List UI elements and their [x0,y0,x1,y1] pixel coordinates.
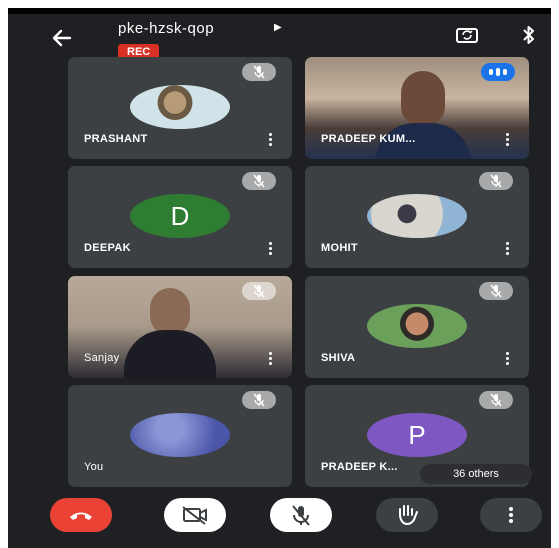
others-count-chip[interactable]: 36 others [420,464,532,484]
more-vert-icon[interactable] [503,132,511,148]
participant-name: PRADEEP KUM... [321,133,416,145]
video-feed [401,71,445,125]
chevron-right-icon[interactable]: ▶ [274,22,282,33]
more-vert-icon[interactable] [266,351,274,367]
switch-camera-icon[interactable] [454,22,480,48]
camera-toggle-button[interactable] [164,498,226,532]
mic-off-icon [242,172,276,190]
participant-tile-sanjay-video[interactable]: Sanjay [68,276,292,378]
avatar-letter: P [367,413,467,457]
raise-hand-icon [399,505,418,526]
mic-off-icon [479,282,513,300]
more-vert-icon [509,507,513,523]
mic-off-icon [292,505,310,526]
participant-tile-shiva[interactable]: SHIVA [305,276,529,378]
mic-off-icon [242,63,276,81]
participant-tile-deepak[interactable]: D DEEPAK [68,166,292,268]
meeting-code[interactable]: pke-hzsk-qop [118,20,214,37]
participant-name: PRASHANT [84,133,148,145]
video-feed-body [124,330,216,378]
more-vert-icon[interactable] [503,241,511,257]
camera-off-icon [182,506,207,525]
participant-tile-prashant[interactable]: PRASHANT [68,57,292,159]
back-arrow-icon[interactable] [48,24,76,52]
call-controls [8,488,551,548]
speaking-indicator-icon [481,63,515,81]
more-vert-icon[interactable] [266,241,274,257]
mic-off-icon [479,391,513,409]
mic-off-icon [242,282,276,300]
video-feed [150,288,190,336]
mic-off-icon [479,172,513,190]
avatar-photo [367,194,467,238]
more-options-button[interactable] [480,498,542,532]
more-vert-icon[interactable] [503,351,511,367]
avatar-photo [130,85,230,129]
avatar-photo [367,304,467,348]
participant-name: DEEPAK [84,242,131,254]
mic-toggle-button[interactable] [270,498,332,532]
more-vert-icon[interactable] [266,132,274,148]
end-call-icon [70,512,92,520]
avatar-photo [130,413,230,457]
avatar-letter: D [130,194,230,238]
meet-screen: pke-hzsk-qop ▶ REC PRASHANT PRADEEP KUM.… [8,8,551,548]
end-call-button[interactable] [50,498,112,532]
mic-off-icon [242,391,276,409]
participant-name: Sanjay [84,352,120,364]
participant-name: PRADEEP K... [321,461,398,473]
participant-name: You [84,461,104,473]
status-bar [8,8,551,14]
raise-hand-button[interactable] [376,498,438,532]
participant-tile-pradeep-video[interactable]: PRADEEP KUM... [305,57,529,159]
participant-tile-mohit[interactable]: MOHIT [305,166,529,268]
participant-name: SHIVA [321,352,356,364]
participant-name: MOHIT [321,242,358,254]
bluetooth-icon[interactable] [520,22,546,48]
participant-tile-you[interactable]: You [68,385,292,487]
